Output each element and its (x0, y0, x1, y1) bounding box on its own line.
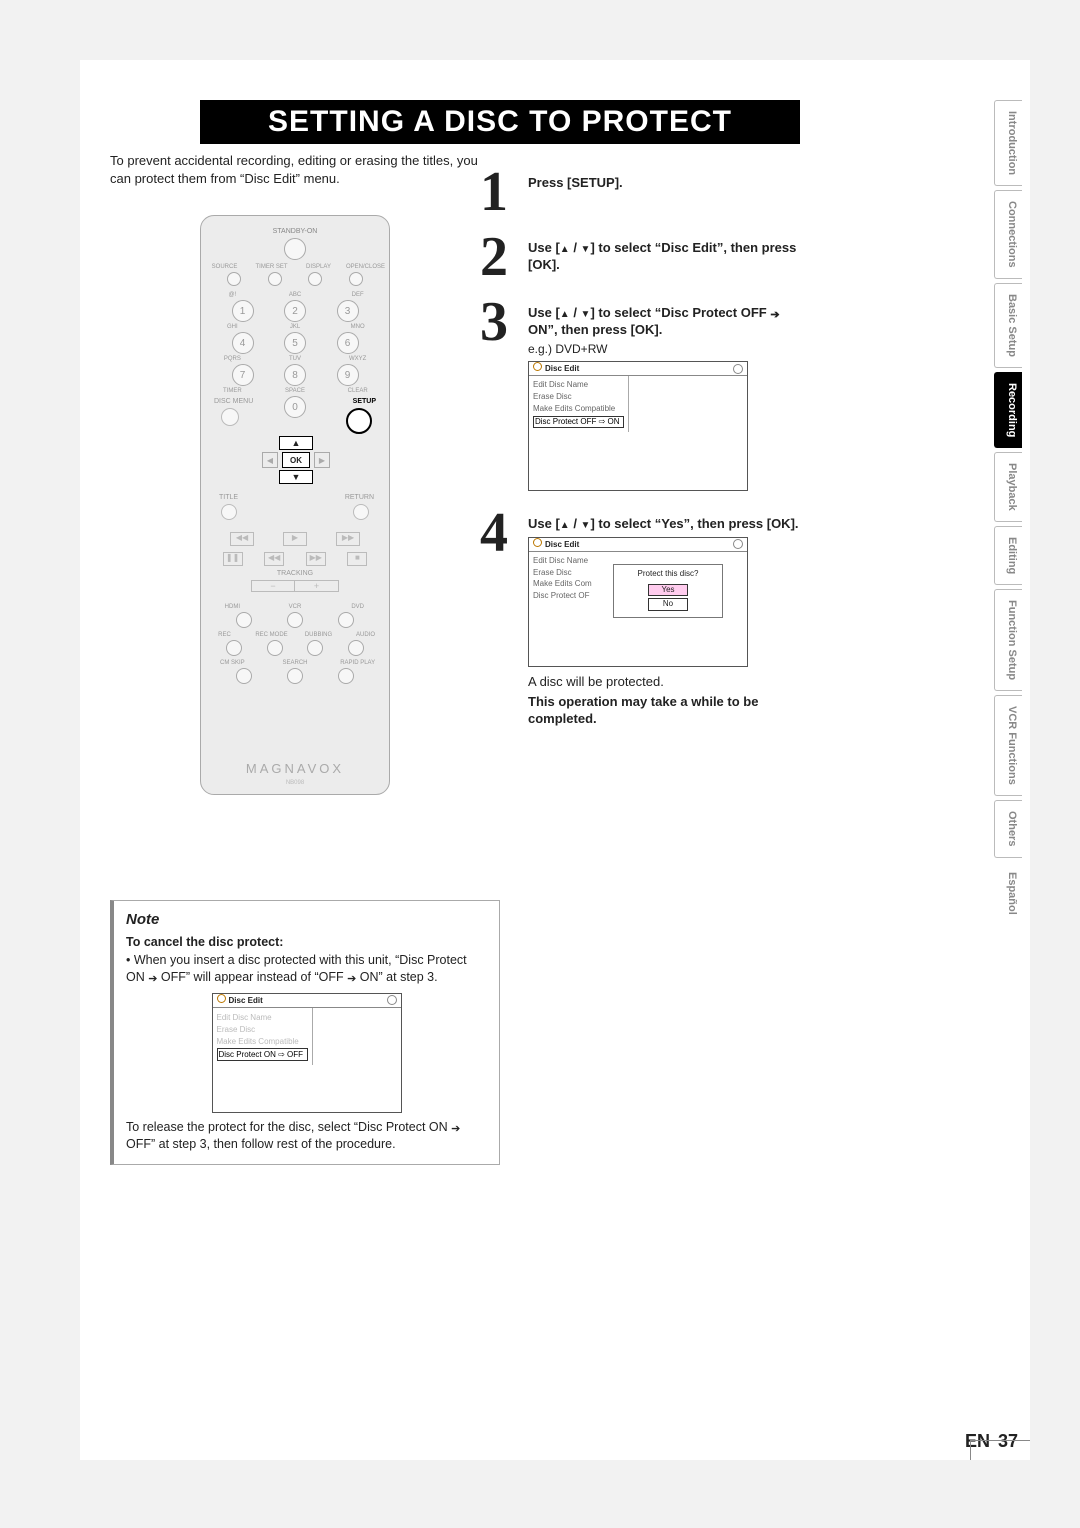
power-button-icon (284, 238, 306, 260)
disc-icon (533, 362, 542, 371)
arrow-right-icon: ➔ (347, 972, 356, 987)
tab-recording[interactable]: Recording (994, 372, 1022, 448)
triangle-up-icon: ▲ (560, 520, 570, 531)
remote-illustration: STANDBY-ON SOURCE TIMER SET DISPLAY OPEN… (200, 215, 390, 795)
step-4-text: Use [▲ / ▼] to select “Yes”, then press … (528, 516, 799, 531)
disc-menu-label: DISC MENU (214, 398, 253, 405)
arrow-up-icon: ▲ (279, 436, 313, 450)
step-4-warning: This operation may take a while to be co… (528, 694, 810, 728)
step-1-text: Press [SETUP]. (528, 175, 623, 190)
close-icon (387, 995, 397, 1005)
tab-vcr-functions[interactable]: VCR Functions (994, 695, 1022, 796)
step-number: 3 (480, 300, 528, 492)
triangle-down-icon: ▼ (581, 309, 591, 320)
step-2: 2 Use [▲ / ▼] to select “Disc Edit”, the… (480, 235, 810, 280)
tab-basic-setup[interactable]: Basic Setup (994, 283, 1022, 368)
step-3-example: e.g.) DVD+RW (528, 341, 810, 357)
arrow-right-icon: ▶ (314, 452, 330, 468)
tab-editing[interactable]: Editing (994, 526, 1022, 585)
osd-disc-edit-c: Disc Edit Edit Disc Name Erase Disc Make… (212, 993, 402, 1113)
footer-corner-decor (970, 1440, 1030, 1460)
note-bullet: • When you insert a disc protected with … (126, 952, 487, 987)
step-number: 2 (480, 235, 528, 280)
arrow-down-icon: ▼ (279, 470, 313, 484)
brand-label: MAGNAVOX (201, 761, 389, 776)
tab-connections[interactable]: Connections (994, 190, 1022, 279)
dpad-icon: ▲ ◀ OK ▶ ▼ (256, 434, 336, 486)
step-number: 4 (480, 511, 528, 728)
setup-button-icon (346, 408, 372, 434)
tab-introduction[interactable]: Introduction (994, 100, 1022, 186)
osd-selected-item: Disc Protect ON ⇨ OFF (217, 1048, 308, 1061)
note-cancel-header: To cancel the disc protect: (126, 935, 283, 949)
section-tabs: Introduction Connections Basic Setup Rec… (994, 100, 1022, 924)
disc-icon (217, 994, 226, 1003)
steps-column: 1 Press [SETUP]. 2 Use [▲ / ▼] to select… (480, 170, 810, 748)
step-2-text: Use [▲ / ▼] to select “Disc Edit”, then … (528, 240, 796, 273)
osd-selected-item: Disc Protect OFF ⇨ ON (533, 416, 624, 429)
tab-espanol[interactable]: Español (994, 862, 1022, 925)
step-4-result: A disc will be protected. (528, 673, 810, 691)
arrow-right-icon: ➔ (770, 308, 779, 323)
note-box: Note To cancel the disc protect: • When … (110, 900, 500, 1165)
page-title: SETTING A DISC TO PROTECT (200, 100, 800, 144)
ok-button-icon: OK (282, 452, 310, 468)
step-1: 1 Press [SETUP]. (480, 170, 810, 215)
triangle-up-icon: ▲ (560, 244, 570, 255)
dialog-yes: Yes (648, 584, 688, 597)
setup-label: SETUP (353, 398, 376, 405)
step-3: 3 Use [▲ / ▼] to select “Disc Protect OF… (480, 300, 810, 492)
arrow-left-icon: ◀ (262, 452, 278, 468)
osd-confirm-dialog: Protect this disc? Yes No (613, 564, 723, 618)
step-number: 1 (480, 170, 528, 215)
arrow-right-icon: ➔ (148, 972, 157, 987)
note-title: Note (126, 909, 487, 930)
note-release-text: To release the protect for the disc, sel… (126, 1119, 487, 1154)
step-3-text: Use [▲ / ▼] to select “Disc Protect OFF … (528, 305, 780, 338)
tab-function-setup[interactable]: Function Setup (994, 589, 1022, 691)
osd-disc-edit-a: Disc Edit Edit Disc Name Erase Disc Make… (528, 361, 748, 491)
close-icon (733, 539, 743, 549)
close-icon (733, 364, 743, 374)
osd-disc-edit-b: Disc Edit Edit Disc Name Erase Disc Make… (528, 537, 748, 667)
tab-playback[interactable]: Playback (994, 452, 1022, 522)
disc-icon (533, 538, 542, 547)
left-margin-bar (80, 60, 122, 1460)
intro-text: To prevent accidental recording, editing… (110, 152, 490, 187)
standby-label: STANDBY-ON (201, 228, 389, 235)
dialog-no: No (648, 598, 688, 611)
step-4: 4 Use [▲ / ▼] to select “Yes”, then pres… (480, 511, 810, 728)
arrow-right-icon: ➔ (451, 1122, 460, 1137)
tab-others[interactable]: Others (994, 800, 1022, 857)
triangle-up-icon: ▲ (560, 309, 570, 320)
triangle-down-icon: ▼ (581, 244, 591, 255)
triangle-down-icon: ▼ (581, 520, 591, 531)
